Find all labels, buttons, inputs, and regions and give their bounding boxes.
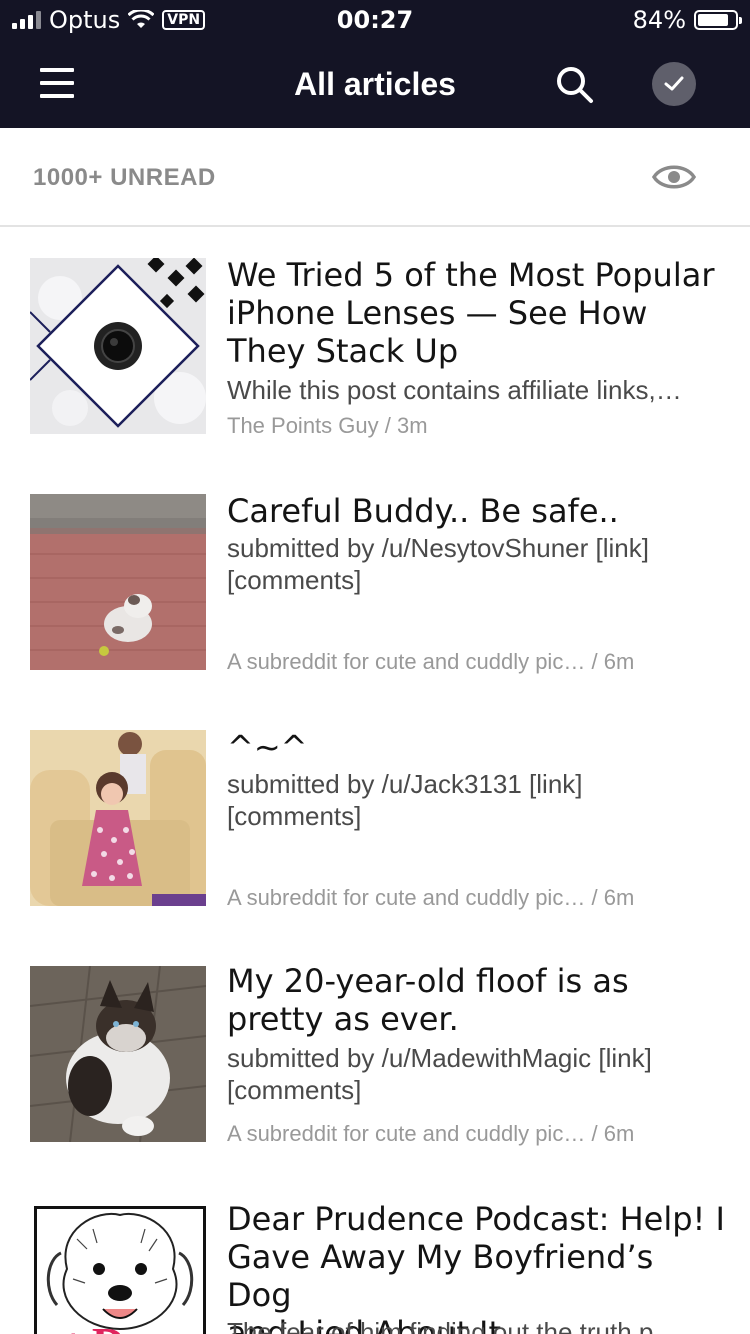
summary-line: submitted by /u/MadewithMagic [link] xyxy=(227,1043,652,1073)
article-age: 6m xyxy=(603,1121,635,1146)
article-thumbnail xyxy=(30,494,206,670)
thumb-logo-text: t Dog xyxy=(65,1318,171,1334)
eye-icon[interactable] xyxy=(652,160,696,194)
article-meta: The Points Guy / 3m xyxy=(227,412,727,440)
summary-line: [comments] xyxy=(227,565,362,595)
article-source: A subreddit for cute and cuddly pic… xyxy=(227,885,586,910)
unread-count: 1000+ UNREAD xyxy=(33,164,216,191)
article-summary: submitted by /u/NesytovShuner [link] [co… xyxy=(227,532,727,596)
meta-separator: / xyxy=(384,413,391,438)
navbar: All articles xyxy=(0,40,750,128)
checkmark-icon xyxy=(664,76,684,91)
title-line: Careful Buddy.. Be safe.. xyxy=(227,492,619,530)
article-thumbnail xyxy=(30,258,206,434)
article-summary: submitted by /u/MadewithMagic [link] [co… xyxy=(227,1042,727,1106)
article-title: My 20-year-old floof is as pretty as eve… xyxy=(227,962,727,1038)
article-summary: While this post contains affiliate links… xyxy=(227,375,682,405)
status-right: 84% xyxy=(632,0,742,40)
article-meta: A subreddit for cute and cuddly pic… / 6… xyxy=(227,1120,727,1148)
article-age: 6m xyxy=(603,885,635,910)
title-line: ^~^ xyxy=(227,728,308,766)
article-title: Dear Prudence Podcast: Help! I Gave Away… xyxy=(227,1200,727,1334)
title-line: They Stack Up xyxy=(227,332,459,370)
unread-bar: 1000+ UNREAD xyxy=(0,128,750,227)
article-title: Careful Buddy.. Be safe.. xyxy=(227,492,727,530)
article-title: ^~^ xyxy=(227,728,727,766)
article-meta: A subreddit for cute and cuddly pic… / 6… xyxy=(227,648,727,676)
title-line: Gave Away My Boyfriend’s Dog xyxy=(227,1238,654,1314)
article-source: A subreddit for cute and cuddly pic… xyxy=(227,1121,586,1146)
page-title: All articles xyxy=(294,66,456,102)
article-source: The Points Guy xyxy=(227,413,379,438)
search-icon[interactable] xyxy=(554,64,594,104)
article-age: 6m xyxy=(603,649,635,674)
title-line: pretty as ever. xyxy=(227,1000,459,1038)
summary-line: submitted by /u/NesytovShuner [link] xyxy=(227,533,649,563)
title-line: My 20-year-old floof is as xyxy=(227,962,629,1000)
summary-line: [comments] xyxy=(227,1075,362,1105)
article-thumbnail: t Dog xyxy=(34,1206,206,1334)
article-title: We Tried 5 of the Most Popular iPhone Le… xyxy=(227,256,727,370)
meta-separator: / xyxy=(591,649,598,674)
article-item[interactable]: My 20-year-old floof is as pretty as eve… xyxy=(0,936,750,1172)
battery-percent: 84% xyxy=(632,6,686,34)
summary-line: submitted by /u/Jack3131 [link] xyxy=(227,769,583,799)
article-item[interactable]: We Tried 5 of the Most Popular iPhone Le… xyxy=(0,228,750,464)
meta-separator: / xyxy=(591,885,598,910)
summary-line: [comments] xyxy=(227,801,362,831)
status-bar: Optus VPN 00:27 84% xyxy=(0,0,750,40)
article-meta: A subreddit for cute and cuddly pic… / 6… xyxy=(227,884,727,912)
meta-separator: / xyxy=(591,1121,598,1146)
article-source: A subreddit for cute and cuddly pic… xyxy=(227,649,586,674)
battery-icon xyxy=(694,10,742,30)
title-line: We Tried 5 of the Most Popular xyxy=(227,256,715,294)
article-item[interactable]: Careful Buddy.. Be safe.. submitted by /… xyxy=(0,464,750,700)
article-item[interactable]: t Dog Dear Prudence Podcast: Help! I Gav… xyxy=(0,1172,750,1334)
article-item[interactable]: ^~^ submitted by /u/Jack3131 [link] [com… xyxy=(0,700,750,936)
title-line: iPhone Lenses — See How xyxy=(227,294,648,332)
article-summary: submitted by /u/Jack3131 [link] [comment… xyxy=(227,768,727,832)
title-line: Dear Prudence Podcast: Help! I xyxy=(227,1200,725,1238)
mark-all-read-button[interactable] xyxy=(652,62,696,106)
battery-fill xyxy=(698,14,729,26)
article-thumbnail xyxy=(30,966,206,1142)
article-thumbnail xyxy=(30,730,206,906)
article-summary: The fear of him finding out the truth p… xyxy=(227,1317,680,1334)
article-age: 3m xyxy=(397,413,428,438)
